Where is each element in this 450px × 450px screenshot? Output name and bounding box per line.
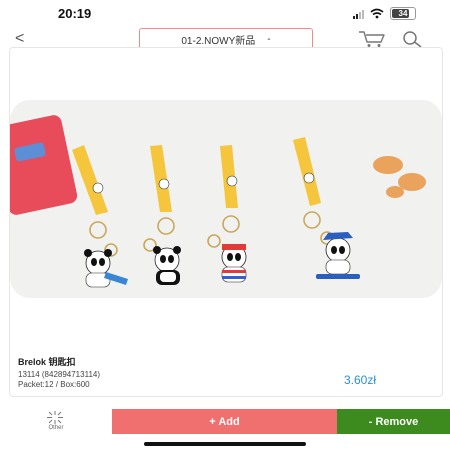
battery-icon: 34 (390, 7, 416, 20)
product-packet: Packet:12 / Box:600 (18, 380, 90, 389)
product-price: 3.60zł (343, 373, 376, 387)
product-image[interactable] (10, 100, 442, 298)
status-time: 20:19 (58, 6, 92, 21)
product-code: 13114 (842894713114) (18, 370, 100, 379)
add-button[interactable]: + Add (112, 409, 337, 434)
category-label: 01-2.NOWY新品 (181, 35, 256, 47)
product-card[interactable]: Brelok 钥匙扣 13114 (842894713114) Packet:1… (9, 47, 443, 397)
signal-icon (353, 9, 364, 19)
other-button[interactable]: Other (0, 409, 112, 434)
remove-button[interactable]: - Remove (337, 409, 450, 434)
status-bar: 20:19 34 (0, 0, 450, 28)
cart-icon[interactable] (358, 30, 386, 48)
status-icons: 34 (353, 7, 416, 20)
back-button[interactable]: < (15, 30, 24, 48)
home-indicator[interactable] (144, 442, 306, 446)
wifi-icon (370, 8, 384, 19)
product-name: Brelok 钥匙扣 (18, 357, 76, 367)
panda-keychains-photo (10, 100, 442, 298)
battery-level: 34 (398, 9, 408, 18)
bottom-action-bar: Other + Add - Remove (0, 409, 450, 434)
other-label: Other (48, 425, 64, 431)
search-icon[interactable] (401, 30, 423, 48)
sparkle-icon (47, 411, 63, 424)
chevron-down-icon: - (267, 33, 271, 45)
